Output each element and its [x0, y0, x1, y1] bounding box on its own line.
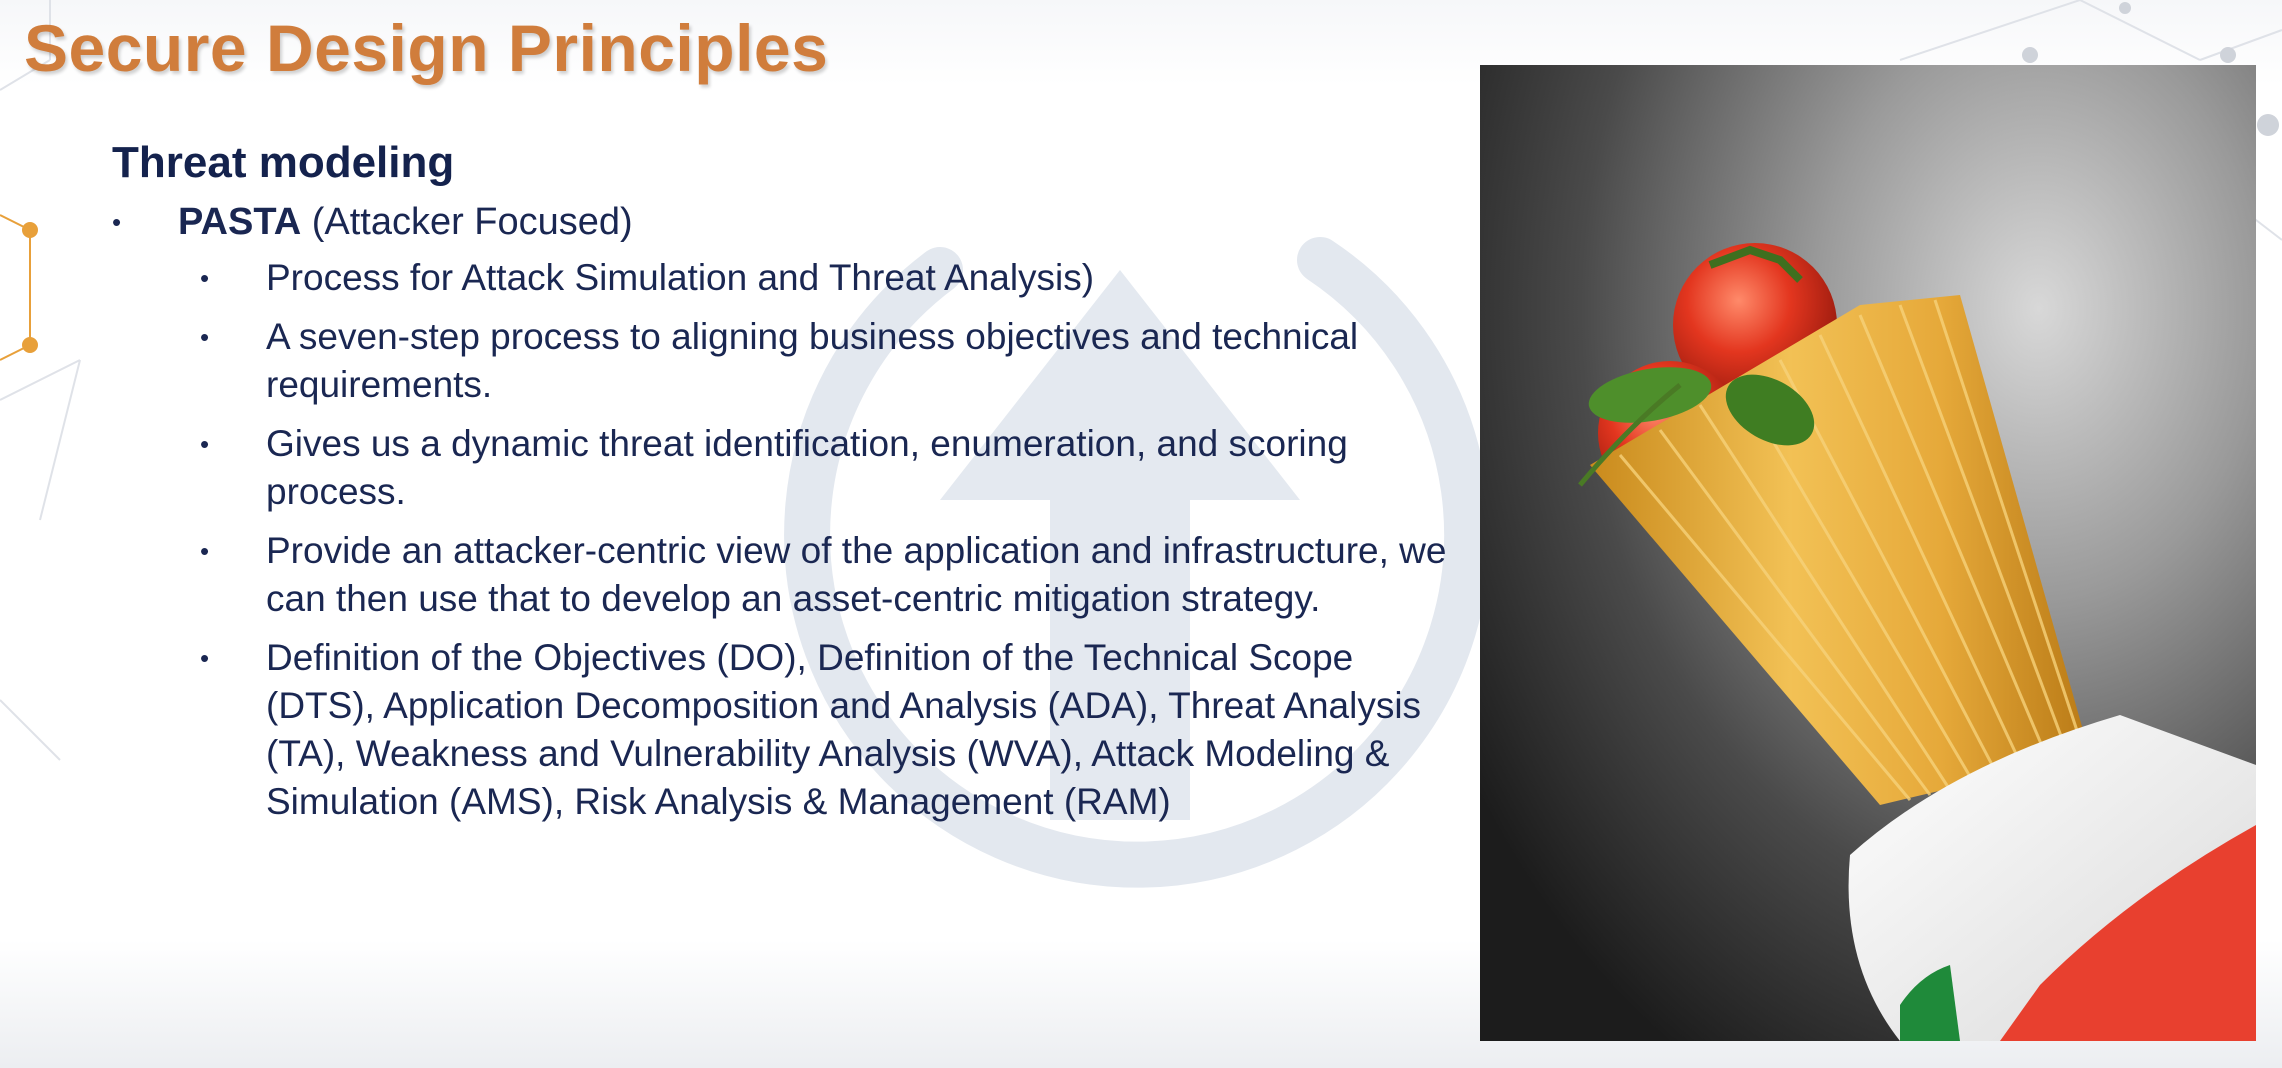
sub-bullet-text: A seven-step process to aligning busines…: [266, 316, 1359, 405]
sub-bullet: • Provide an attacker-centric view of th…: [112, 527, 1472, 623]
sub-bullet-text: Definition of the Objectives (DO), Defin…: [266, 637, 1422, 822]
main-bullet-bold: PASTA: [178, 201, 302, 243]
bullet-marker: •: [200, 429, 210, 459]
sub-bullet: • Process for Attack Simulation and Thre…: [112, 254, 1472, 302]
sub-bullet-text: Provide an attacker-centric view of the …: [266, 530, 1447, 619]
bullet-marker: •: [200, 643, 210, 673]
slide-title: Secure Design Principles: [24, 11, 829, 85]
main-bullet: • PASTA (Attacker Focused): [112, 198, 1472, 246]
bullet-marker: •: [200, 536, 210, 566]
sub-bullet: • A seven-step process to aligning busin…: [112, 313, 1472, 409]
sub-bullet-list: • Process for Attack Simulation and Thre…: [112, 254, 1472, 826]
section-heading: Threat modeling: [112, 138, 455, 187]
sub-bullet: • Definition of the Objectives (DO), Def…: [112, 634, 1472, 826]
bullet-marker: •: [200, 263, 210, 293]
sub-bullet: • Gives us a dynamic threat identificati…: [112, 420, 1472, 516]
slide: Secure Design Principles Threat modeling…: [0, 0, 2282, 1068]
main-bullet-text: (Attacker Focused): [301, 201, 633, 243]
bullet-marker: •: [200, 322, 210, 352]
sub-bullet-text: Process for Attack Simulation and Threat…: [266, 257, 1095, 298]
content-body: Threat modeling • PASTA (Attacker Focuse…: [112, 138, 1472, 837]
spaghetti-illustration: [1578, 243, 2256, 1041]
sub-bullet-text: Gives us a dynamic threat identification…: [266, 423, 1348, 512]
bullet-marker: •: [112, 207, 122, 237]
spaghetti-photo: [1480, 65, 2256, 1041]
